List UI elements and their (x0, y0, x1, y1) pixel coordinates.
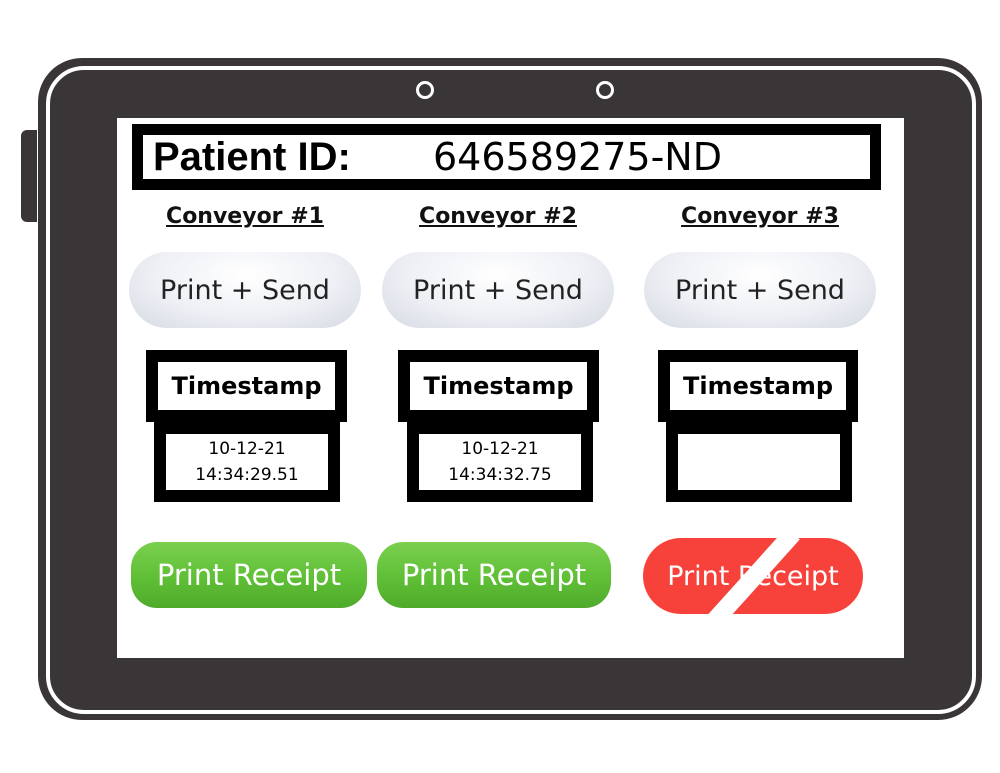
conveyor-title: Conveyor #2 (419, 204, 577, 229)
print-send-button[interactable]: Print + Send (129, 252, 361, 328)
timestamp-time: 14:34:29.51 (195, 465, 299, 485)
timestamp-header-box: Timestamp (146, 350, 347, 422)
timestamp-value-box: 10-12-21 14:34:29.51 (154, 422, 340, 502)
conveyor-title: Conveyor #3 (681, 204, 839, 229)
conveyor-1-column: Conveyor #1 Print + Send Timestamp 10-12… (125, 118, 367, 658)
timestamp-value: 10-12-21 14:34:29.51 (166, 434, 328, 490)
timestamp-label: Timestamp (158, 362, 335, 410)
print-receipt-button[interactable]: Print Receipt (131, 542, 367, 608)
print-receipt-button-disabled[interactable]: Print Receipt (643, 538, 863, 614)
print-receipt-label: Print Receipt (156, 558, 342, 592)
conveyor-3-column: Conveyor #3 Print + Send Timestamp Print… (640, 118, 880, 658)
print-receipt-label: Print Receipt (667, 560, 839, 592)
tablet-screen: Patient ID: 646589275-ND Conveyor #1 Pri… (117, 118, 904, 658)
timestamp-date: 10-12-21 (461, 439, 539, 459)
print-receipt-label: Print Receipt (401, 558, 587, 592)
print-receipt-button[interactable]: Print Receipt (377, 542, 611, 608)
timestamp-header-box: Timestamp (658, 350, 858, 422)
timestamp-value (678, 434, 840, 490)
timestamp-date: 10-12-21 (208, 439, 286, 459)
conveyor-2-column: Conveyor #2 Print + Send Timestamp 10-12… (377, 118, 618, 658)
timestamp-value-box: 10-12-21 14:34:32.75 (407, 422, 593, 502)
sensor-icon (596, 81, 614, 99)
print-send-button[interactable]: Print + Send (644, 252, 876, 328)
timestamp-time: 14:34:32.75 (448, 465, 552, 485)
conveyor-title: Conveyor #1 (166, 204, 324, 229)
print-send-button[interactable]: Print + Send (382, 252, 614, 328)
timestamp-header-box: Timestamp (398, 350, 599, 422)
timestamp-label: Timestamp (670, 362, 846, 410)
timestamp-value-box (666, 422, 852, 502)
timestamp-value: 10-12-21 14:34:32.75 (419, 434, 581, 490)
camera-icon (416, 81, 434, 99)
timestamp-label: Timestamp (410, 362, 587, 410)
device-side-button (21, 130, 37, 222)
